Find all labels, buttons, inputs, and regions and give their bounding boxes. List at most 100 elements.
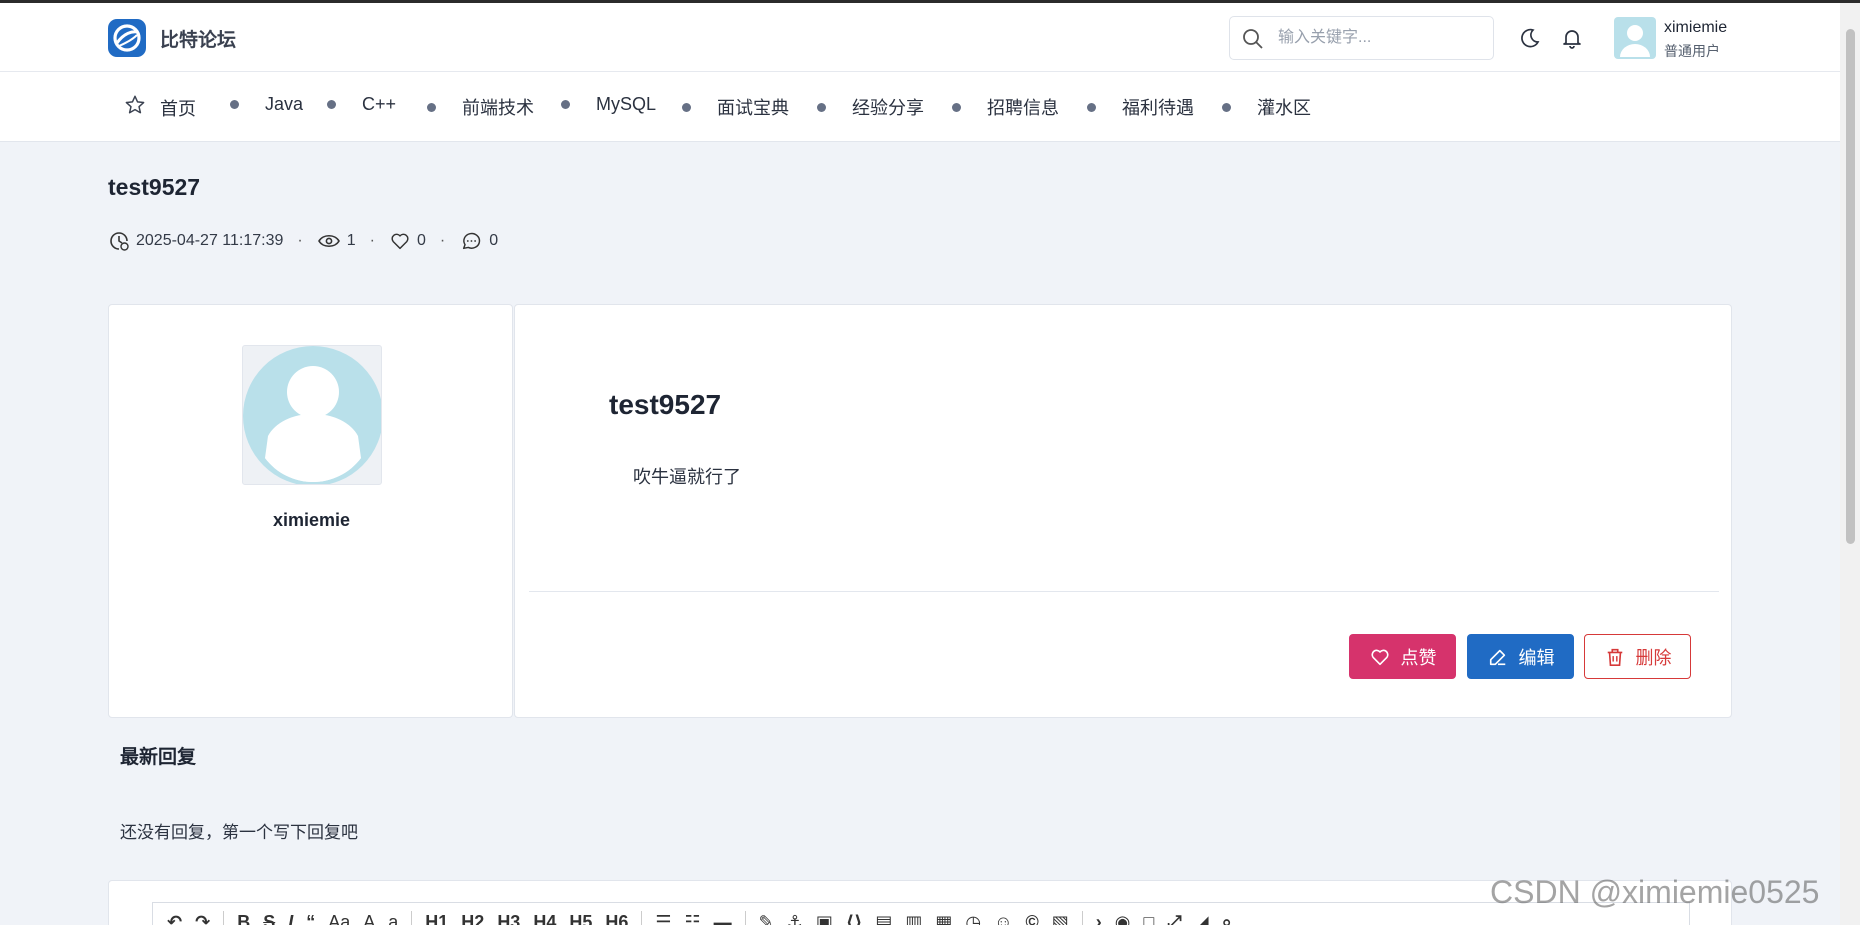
divider bbox=[529, 591, 1719, 592]
nav-item-mysql[interactable]: MySQL bbox=[561, 94, 656, 115]
table-icon[interactable]: ▦ bbox=[935, 911, 952, 925]
bullet-dot-icon bbox=[1087, 102, 1096, 112]
delete-button-label: 删除 bbox=[1635, 647, 1672, 668]
lowercase-button[interactable]: a bbox=[388, 911, 398, 925]
unordered-list-icon[interactable]: ☰ bbox=[655, 911, 671, 925]
search-input[interactable] bbox=[1278, 25, 1483, 51]
html-entities-icon[interactable]: © bbox=[1026, 911, 1039, 925]
nav-item-label: C++ bbox=[362, 94, 397, 114]
page-scrollbar[interactable] bbox=[1840, 3, 1860, 925]
clear-icon[interactable]: ◢ bbox=[1195, 911, 1209, 925]
nav-item-label: 灌水区 bbox=[1257, 98, 1311, 118]
bullet-dot-icon bbox=[682, 102, 691, 112]
quote-button[interactable]: “ bbox=[306, 911, 315, 925]
h6-button[interactable]: H6 bbox=[605, 911, 628, 925]
nav-item-experience[interactable]: 经验分享 bbox=[817, 94, 924, 120]
heart-icon bbox=[1370, 649, 1389, 665]
author-name[interactable]: ximiemie bbox=[109, 510, 514, 531]
clock-icon bbox=[110, 232, 129, 251]
emoji-icon[interactable]: ☺ bbox=[994, 911, 1012, 925]
watch-icon[interactable]: ◉ bbox=[1115, 911, 1131, 925]
toolbar-separator bbox=[744, 911, 746, 925]
h2-button[interactable]: H2 bbox=[461, 911, 484, 925]
search-replace-icon[interactable]: ⌕ bbox=[1222, 911, 1232, 925]
bullet-dot-icon bbox=[230, 100, 239, 109]
bullet-dot-icon bbox=[952, 102, 961, 112]
content-body: 吹牛逼就行了 bbox=[633, 467, 741, 487]
delete-button[interactable]: 删除 bbox=[1584, 634, 1691, 679]
author-avatar[interactable] bbox=[242, 345, 382, 485]
author-card: ximiemie bbox=[108, 304, 513, 718]
post-likes: 0 bbox=[389, 230, 426, 252]
italic-button[interactable]: I bbox=[288, 911, 293, 925]
pagebreak-icon[interactable]: ▧ bbox=[1052, 911, 1069, 925]
uppercase-button[interactable]: A bbox=[363, 911, 375, 925]
brand-name[interactable]: 比特论坛 bbox=[160, 25, 236, 52]
watermark: CSDN @ximiemie0525 bbox=[1490, 874, 1820, 910]
anchor-icon[interactable]: ⚓ bbox=[787, 911, 803, 925]
category-nav: 首页 Java C++ 前端技术 MySQL 面试宝典 经验分享 招聘信息 福利… bbox=[0, 72, 1840, 142]
nav-item-chat[interactable]: 灌水区 bbox=[1222, 94, 1311, 120]
scrollbar-thumb[interactable] bbox=[1846, 29, 1855, 544]
nav-item-label: 前端技术 bbox=[462, 98, 534, 118]
heart-icon bbox=[391, 233, 409, 250]
horizontal-rule-icon[interactable]: ▬ bbox=[714, 911, 732, 925]
nav-item-interview[interactable]: 面试宝典 bbox=[682, 94, 789, 120]
ordered-list-icon[interactable]: ☷ bbox=[685, 911, 701, 925]
h3-button[interactable]: H3 bbox=[497, 911, 520, 925]
bold-button[interactable]: B bbox=[237, 911, 250, 925]
toolbar-separator bbox=[411, 911, 413, 925]
nav-item-home[interactable]: 首页 bbox=[124, 94, 196, 121]
fullscreen-icon[interactable]: ⤢ bbox=[1167, 911, 1181, 925]
like-button[interactable]: 点赞 bbox=[1349, 634, 1456, 679]
datetime-icon[interactable]: ◷ bbox=[965, 911, 981, 925]
post-meta: 2025-04-27 11:17:39 · 1 · 0 · 0 bbox=[108, 229, 498, 253]
post-datetime: 2025-04-27 11:17:39 bbox=[108, 230, 283, 252]
meta-separator: · bbox=[369, 232, 375, 249]
eye-icon bbox=[317, 234, 340, 248]
h1-button[interactable]: H1 bbox=[425, 911, 448, 925]
nav-item-label: 面试宝典 bbox=[717, 98, 789, 118]
user-name[interactable]: ximiemie bbox=[1664, 19, 1727, 37]
trash-icon bbox=[1607, 648, 1622, 666]
nav-item-java[interactable]: Java bbox=[230, 94, 303, 115]
editor-toolbar: ↶ ↷ B S I “ Aa A a H1 H2 H3 H4 H5 H6 ☰ ☷… bbox=[152, 902, 1690, 925]
link-icon[interactable]: ✎ bbox=[759, 911, 774, 925]
font-size-button[interactable]: Aa bbox=[328, 911, 350, 925]
meta-separator: · bbox=[439, 232, 446, 249]
comment-icon bbox=[463, 232, 481, 250]
notification-bell-icon[interactable] bbox=[1561, 27, 1583, 54]
datetime-text: 2025-04-27 11:17:39 bbox=[136, 232, 284, 249]
bullet-dot-icon bbox=[327, 100, 336, 109]
star-icon bbox=[124, 94, 146, 121]
theme-toggle-moon-icon[interactable] bbox=[1519, 27, 1541, 54]
h5-button[interactable]: H5 bbox=[569, 911, 592, 925]
edit-button[interactable]: 编辑 bbox=[1467, 634, 1574, 679]
comments-count: 0 bbox=[489, 232, 499, 249]
code-block-icon[interactable]: ▤ bbox=[875, 911, 892, 925]
nav-item-label: 经验分享 bbox=[852, 98, 924, 118]
post-content-card: test9527 吹牛逼就行了 点赞 编辑 删除 bbox=[514, 304, 1732, 718]
preview-icon[interactable]: □ bbox=[1144, 911, 1155, 925]
preformatted-icon[interactable]: ▥ bbox=[905, 911, 922, 925]
goto-line-icon[interactable]: › bbox=[1096, 911, 1102, 925]
toolbar-separator bbox=[641, 911, 643, 925]
nav-item-jobs[interactable]: 招聘信息 bbox=[952, 94, 1059, 120]
h4-button[interactable]: H4 bbox=[533, 911, 556, 925]
strikethrough-button[interactable]: S bbox=[263, 911, 275, 925]
image-icon[interactable]: ▣ bbox=[816, 911, 833, 925]
nav-item-benefits[interactable]: 福利待遇 bbox=[1087, 94, 1194, 120]
user-avatar[interactable] bbox=[1614, 17, 1656, 59]
undo-icon[interactable]: ↶ bbox=[167, 911, 182, 925]
edit-button-label: 编辑 bbox=[1518, 647, 1555, 668]
nav-item-label: Java bbox=[265, 94, 304, 114]
logo-icon[interactable] bbox=[108, 19, 146, 57]
post-comments: 0 bbox=[459, 230, 498, 252]
search-box[interactable] bbox=[1229, 16, 1494, 60]
nav-item-cpp[interactable]: C++ bbox=[327, 94, 396, 115]
nav-item-frontend[interactable]: 前端技术 bbox=[427, 94, 534, 120]
redo-icon[interactable]: ↷ bbox=[195, 911, 210, 925]
toolbar-separator bbox=[223, 911, 225, 925]
nav-item-label: 首页 bbox=[160, 98, 196, 119]
code-icon[interactable]: ⟨⟩ bbox=[846, 911, 862, 925]
